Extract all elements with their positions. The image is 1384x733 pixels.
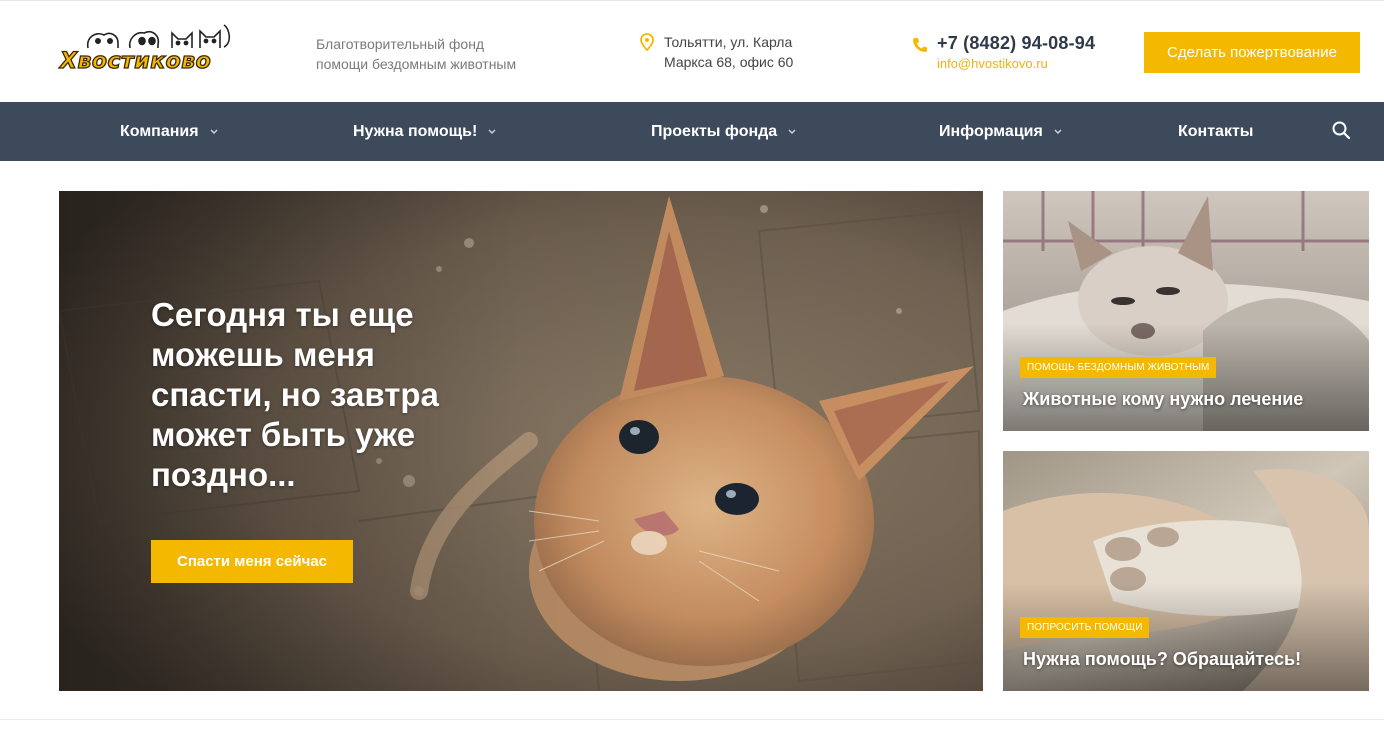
address-line-1: Тольятти, ул. Карла [664,34,793,50]
nav-item-information[interactable]: Информация [939,102,1063,161]
bottom-divider [0,719,1384,720]
chevron-down-icon [488,128,496,134]
site-header: Хвостиково Благотворительный фонд помощи… [0,1,1384,102]
nav-item-projects[interactable]: Проекты фонда [651,102,797,161]
chevron-down-icon [1054,128,1062,134]
chevron-down-icon [788,128,796,134]
tagline-line-1: Благотворительный фонд [316,36,485,52]
nav-item-label: Проекты фонда [651,122,778,140]
card-title[interactable]: Нужна помощь? Обращайтесь! [1023,649,1301,670]
nav-item-company[interactable]: Компания [120,102,219,161]
nav-item-contacts[interactable]: Контакты [1178,102,1253,161]
main-nav: Компания Нужна помощь! Проекты фонда Инф… [0,102,1384,161]
card-treatment[interactable]: Помощь бездомным животным Животные кому … [1003,191,1369,431]
donate-button[interactable]: Сделать пожертвование [1144,32,1360,73]
email-link[interactable]: info@hvostikovo.ru [937,56,1095,71]
map-pin-icon [640,33,654,51]
hero-title: Сегодня ты еще можешь меня спасти, но за… [151,296,439,493]
logo[interactable]: Хвостиково [59,21,246,79]
card-title[interactable]: Животные кому нужно лечение [1023,389,1303,410]
search-icon[interactable] [1331,120,1351,140]
card-ask-help[interactable]: Попросить помощи Нужна помощь? Обращайте… [1003,451,1369,691]
address: Тольятти, ул. Карла Маркса 68, офис 60 [640,32,793,72]
category-badge[interactable]: Помощь бездомным животным [1020,357,1217,378]
logo-text: Хвостиково [59,48,212,74]
nav-item-label: Контакты [1178,122,1254,140]
hero-banner: Сегодня ты еще можешь меня спасти, но за… [59,191,983,691]
category-badge[interactable]: Попросить помощи [1020,617,1150,638]
tagline: Благотворительный фонд помощи бездомным … [316,34,556,74]
nav-item-label: Нужна помощь! [353,122,478,140]
phone-number[interactable]: +7 (8482) 94-08-94 [937,33,1095,54]
contact-block: +7 (8482) 94-08-94 info@hvostikovo.ru [912,33,1095,71]
nav-item-label: Информация [939,122,1043,140]
nav-item-label: Компания [120,122,199,140]
address-line-2: Маркса 68, офис 60 [664,54,794,70]
nav-item-need-help[interactable]: Нужна помощь! [353,102,497,161]
tagline-line-2: помощи бездомным животным [316,56,517,72]
chevron-down-icon [210,128,218,134]
phone-icon [913,38,927,52]
rescue-now-button[interactable]: Спасти меня сейчас [151,540,353,583]
